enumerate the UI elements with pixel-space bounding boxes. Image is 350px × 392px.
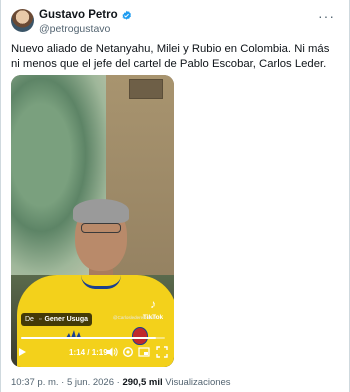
- tweet-date[interactable]: 5 jun. 2026: [67, 377, 114, 388]
- video-progress-fill: [21, 337, 157, 339]
- video-time: 1:14 / 1:19: [69, 348, 108, 357]
- tweet-header: Gustavo Petro @petrogustavo ···: [11, 8, 341, 36]
- tiktok-logo-icon: ♪: [150, 297, 156, 311]
- play-icon[interactable]: [19, 348, 26, 356]
- views-label: Visualizaciones: [165, 377, 231, 388]
- author-name[interactable]: Gustavo Petro: [39, 9, 118, 21]
- credit-name: Gener Usuga: [44, 316, 89, 323]
- video-elapsed: 1:14: [69, 348, 86, 357]
- video-progress-bar[interactable]: [21, 337, 165, 339]
- meta-dot: ·: [116, 377, 120, 388]
- verified-badge-icon: [122, 10, 131, 20]
- tiktok-username: @Carlosledereloficial: [113, 315, 156, 320]
- author-name-row: Gustavo Petro: [39, 9, 132, 21]
- author-handle[interactable]: @petrogustavo: [39, 23, 110, 35]
- picture-in-picture-icon[interactable]: [138, 346, 150, 358]
- views-count: 290,5 mil: [122, 377, 163, 388]
- video-credit[interactable]: De ▫ Gener Usuga: [21, 313, 93, 326]
- tweet-meta: 10:37 p. m. · 5 jun. 2026 · 290,5 mil Vi…: [11, 377, 231, 388]
- fullscreen-icon[interactable]: [156, 346, 168, 358]
- volume-icon[interactable]: [106, 346, 118, 358]
- video-controls: 1:14 / 1:19: [11, 343, 174, 363]
- video-background-plaque: [129, 79, 163, 99]
- tweet-text: Nuevo aliado de Netanyahu, Milei y Rubio…: [11, 43, 330, 70]
- video-person-hair: [73, 199, 129, 223]
- more-options-icon[interactable]: ···: [318, 8, 335, 24]
- tweet-time[interactable]: 10:37 p. m.: [11, 377, 59, 388]
- settings-icon[interactable]: [122, 346, 134, 358]
- credit-from-label: De: [25, 316, 34, 323]
- tweet-card: Gustavo Petro @petrogustavo ··· Nuevo al…: [0, 0, 350, 392]
- credit-separator-icon: ▫: [38, 316, 42, 323]
- video-person-glasses: [81, 223, 121, 233]
- meta-dot: ·: [61, 377, 65, 388]
- avatar[interactable]: [11, 9, 34, 32]
